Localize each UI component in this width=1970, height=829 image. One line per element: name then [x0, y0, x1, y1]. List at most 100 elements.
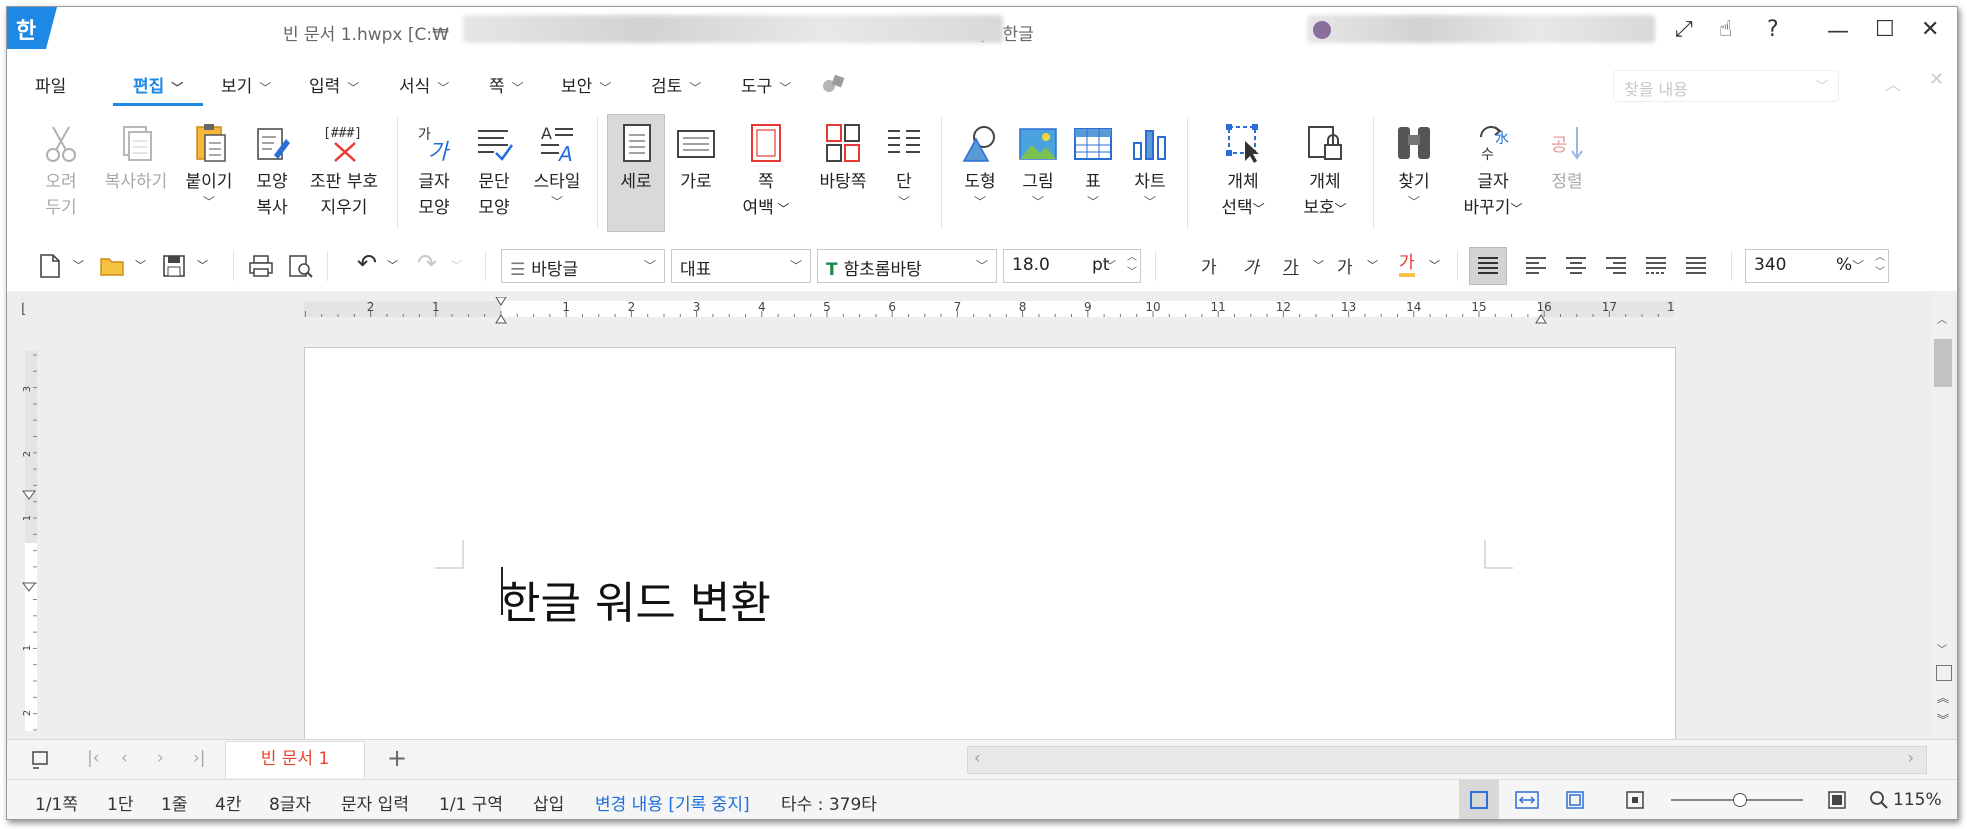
scroll-down-icon[interactable]: ﹀: [1937, 641, 1947, 656]
redo-icon[interactable]: ↷: [417, 249, 437, 277]
protect-object-button[interactable]: 개체 보호﹀: [1297, 121, 1353, 222]
align-divide-icon[interactable]: [1685, 255, 1707, 277]
picture-button[interactable]: 그림 ﹀: [1015, 121, 1061, 209]
font-combo[interactable]: T 함초롬바탕 ﹀: [817, 249, 997, 283]
menu-format[interactable]: 서식 ﹀: [399, 72, 449, 97]
new-dropdown-icon[interactable]: ﹀: [73, 257, 84, 273]
shapes-button[interactable]: 도형 ﹀: [957, 121, 1003, 209]
cut-button[interactable]: 오려 두기: [35, 121, 87, 221]
align-right-icon[interactable]: [1605, 255, 1627, 277]
superscript-dropdown-icon[interactable]: ﹀: [1367, 257, 1378, 273]
hand-icon[interactable]: ☝: [1719, 17, 1732, 42]
menu-security[interactable]: 보안 ﹀: [561, 72, 611, 97]
scroll-left-icon[interactable]: ‹: [974, 748, 980, 767]
tab-list-icon[interactable]: [31, 750, 51, 770]
menu-tools[interactable]: 도구 ﹀: [741, 72, 791, 97]
background-page-button[interactable]: 바탕쪽: [811, 121, 875, 195]
document-body-text[interactable]: 한글 워드 변환: [500, 567, 771, 631]
help-button[interactable]: ?: [1767, 17, 1779, 42]
vertical-scrollbar[interactable]: ︿ ﹀ ︽ ︾: [1931, 291, 1955, 739]
zoom-spinner[interactable]: ︿ ﹀: [1875, 250, 1885, 280]
open-dropdown-icon[interactable]: ﹀: [135, 257, 146, 273]
hangul-logo-icon[interactable]: 한: [7, 7, 57, 49]
replace-button[interactable]: 水수 글자 바꾸기﹀: [1459, 121, 1527, 222]
save-dropdown-icon[interactable]: ﹀: [197, 257, 208, 273]
scroll-right-icon[interactable]: ›: [1908, 748, 1914, 767]
tab-stop-icon[interactable]: ⌊: [21, 301, 26, 317]
menu-review[interactable]: 검토 ﹀: [651, 72, 701, 97]
clear-codes-button[interactable]: [###] 조판 부호 지우기: [301, 121, 387, 221]
menu-view[interactable]: 보기 ﹀: [221, 72, 271, 97]
format-copy-button[interactable]: 모양 복사: [247, 121, 297, 221]
table-button[interactable]: 표 ﹀: [1073, 121, 1113, 209]
menu-edit[interactable]: 편집 ﹀: [133, 72, 183, 97]
find-button[interactable]: 찾기 ﹀: [1391, 121, 1437, 209]
zoom-out-icon[interactable]: [1625, 790, 1645, 810]
sort-button[interactable]: 공 정렬: [1547, 121, 1587, 195]
language-combo[interactable]: 대표 ﹀: [671, 249, 811, 283]
scroll-up-icon[interactable]: ︿: [1937, 311, 1947, 326]
next-tab-icon[interactable]: ›: [157, 748, 164, 768]
font-color-button[interactable]: 가: [1399, 253, 1415, 277]
margins-button[interactable]: 쪽 여백 ﹀: [733, 121, 799, 222]
scroll-thumb[interactable]: [1934, 339, 1952, 387]
save-icon[interactable]: [161, 253, 189, 279]
horizontal-ruler[interactable]: 21123456789101112131415161718: [304, 297, 1674, 325]
menu-insert[interactable]: 입력 ﹀: [309, 72, 359, 97]
style-combo[interactable]: ☰ 바탕글 ﹀: [501, 249, 665, 283]
portrait-button[interactable]: 세로: [611, 121, 661, 195]
fit-width-icon[interactable]: [1515, 790, 1539, 810]
status-insert-mode[interactable]: 삽입: [533, 790, 564, 815]
minimize-button[interactable]: —: [1827, 19, 1849, 44]
magnifier-icon[interactable]: [1869, 790, 1889, 810]
align-justify-icon[interactable]: [1477, 255, 1499, 277]
full-page-icon[interactable]: [1565, 790, 1585, 810]
underline-dropdown-icon[interactable]: ﹀: [1313, 257, 1324, 273]
align-left-icon[interactable]: [1525, 255, 1547, 277]
copy-button[interactable]: 복사하기: [95, 121, 177, 195]
italic-button[interactable]: 가: [1243, 253, 1259, 278]
expand-icon[interactable]: ⤢: [1675, 17, 1693, 42]
prev-page-icon[interactable]: ︽: [1937, 689, 1949, 706]
columns-button[interactable]: 단 ﹀: [881, 121, 927, 209]
paste-button[interactable]: 붙이기 ﹀: [179, 121, 239, 209]
prev-tab-icon[interactable]: ‹: [121, 748, 128, 768]
chart-button[interactable]: 차트 ﹀: [1127, 121, 1173, 209]
close-button[interactable]: ✕: [1921, 17, 1939, 42]
add-tab-button[interactable]: +: [387, 744, 407, 772]
print-preview-icon[interactable]: [287, 253, 315, 279]
menu-page[interactable]: 쪽 ﹀: [489, 72, 524, 97]
align-center-icon[interactable]: [1565, 255, 1587, 277]
landscape-button[interactable]: 가로: [671, 121, 721, 195]
new-document-icon[interactable]: [37, 253, 65, 279]
undo-icon[interactable]: ↶: [357, 249, 377, 277]
undo-dropdown-icon[interactable]: ﹀: [387, 257, 398, 273]
status-zoom[interactable]: 115%: [1893, 790, 1942, 810]
vertical-ruler[interactable]: 3 2 1 1 2: [19, 351, 41, 731]
underline-button[interactable]: 가: [1283, 253, 1299, 278]
print-icon[interactable]: [247, 253, 275, 279]
last-tab-icon[interactable]: ›|: [193, 748, 206, 768]
horizontal-scrollbar[interactable]: ‹ ›: [967, 746, 1927, 774]
zoom-input[interactable]: 340 % ﹀ ︿ ﹀: [1745, 249, 1889, 283]
tab-document-1[interactable]: 빈 문서 1: [225, 741, 365, 778]
char-shape-button[interactable]: 가가 글자 모양: [409, 121, 459, 221]
redo-dropdown-icon[interactable]: ﹀: [451, 257, 462, 273]
next-page-icon[interactable]: ︾: [1937, 711, 1949, 728]
font-size-input[interactable]: 18.0 pt ﹀ ︿ ﹀: [1003, 249, 1141, 283]
collapse-ribbon-icon[interactable]: ︿: [1885, 71, 1901, 95]
select-page-icon[interactable]: [1936, 665, 1952, 681]
zoom-in-icon[interactable]: [1827, 790, 1847, 810]
first-tab-icon[interactable]: |‹: [87, 748, 100, 768]
para-shape-button[interactable]: 문단 모양: [469, 121, 519, 221]
account-avatar[interactable]: [1313, 21, 1331, 39]
maximize-button[interactable]: ☐: [1875, 17, 1895, 42]
settings-shapes-icon[interactable]: [821, 73, 847, 95]
font-color-dropdown-icon[interactable]: ﹀: [1429, 257, 1440, 273]
superscript-button[interactable]: 가: [1337, 253, 1353, 278]
status-page[interactable]: 1/1쪽: [35, 790, 78, 815]
zoom-slider-thumb[interactable]: [1733, 793, 1747, 807]
style-button[interactable]: AA 스타일 ﹀: [527, 121, 587, 209]
bold-button[interactable]: 가: [1201, 253, 1217, 278]
search-input[interactable]: 찾을 내용 ﹀: [1613, 70, 1839, 102]
